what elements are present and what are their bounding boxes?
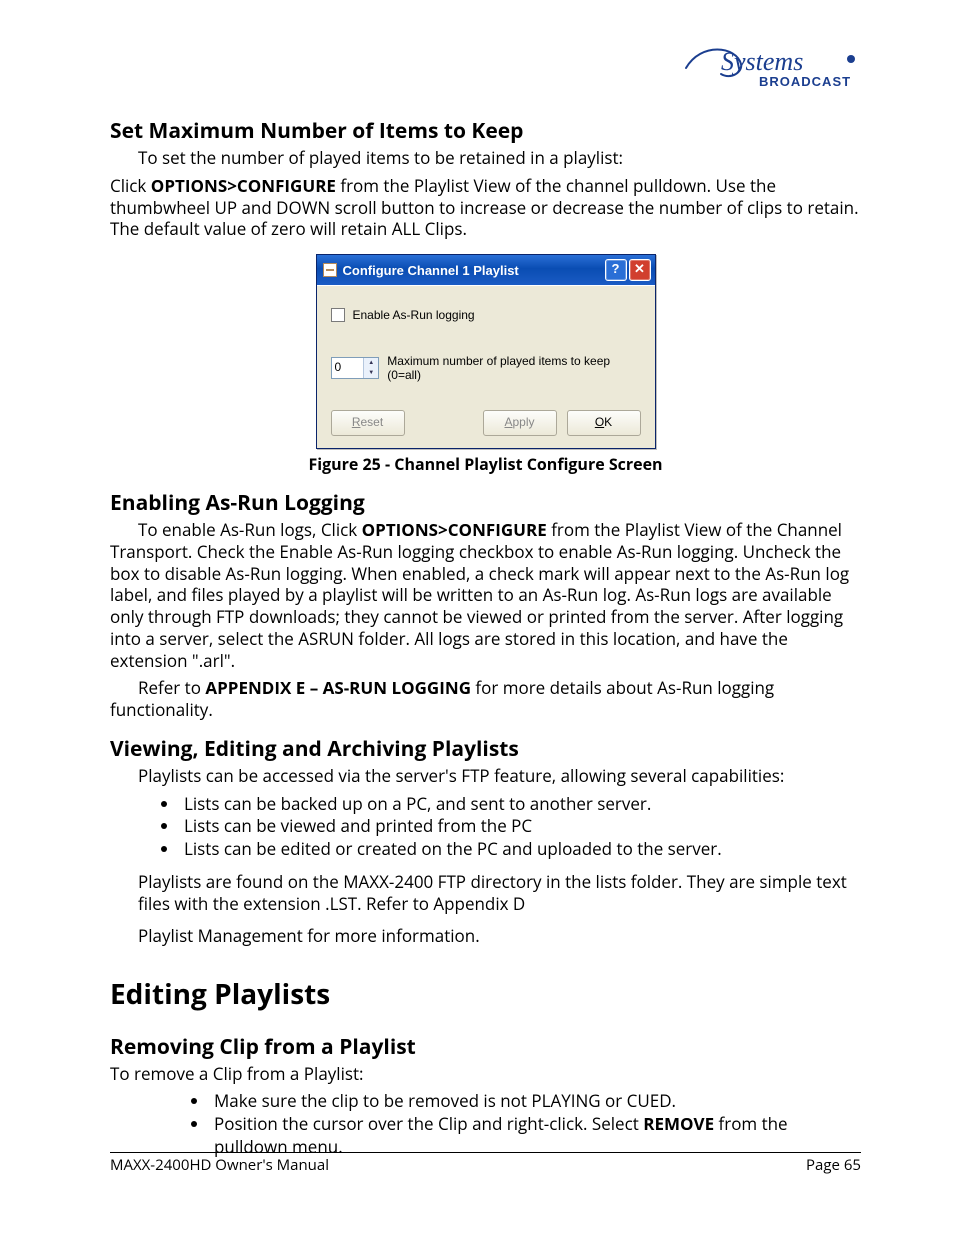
body-text: Click OPTIONS>CONFIGURE from the Playlis… xyxy=(110,175,861,240)
body-text: To enable As-Run logs, Click OPTIONS>CON… xyxy=(110,519,861,671)
body-text: To remove a Clip from a Playlist: xyxy=(110,1063,861,1085)
heading-removing-clip: Removing Clip from a Playlist xyxy=(110,1033,861,1061)
body-text: To set the number of played items to be … xyxy=(110,147,861,169)
body-text: Playlist Management for more information… xyxy=(138,925,861,947)
text: Refer to xyxy=(138,676,205,699)
text: from the Playlist View of the Channel Tr… xyxy=(110,518,849,672)
page-footer: MAXX-2400HD Owner's Manual Page 65 xyxy=(110,1152,861,1175)
svg-text:Systems: Systems xyxy=(721,47,803,76)
dialog-title: Configure Channel 1 Playlist xyxy=(343,263,519,278)
menu-path: OPTIONS>CONFIGURE xyxy=(151,174,336,197)
list-item: Make sure the clip to be removed is not … xyxy=(210,1090,861,1113)
list-item: Lists can be edited or created on the PC… xyxy=(180,838,861,861)
svg-text:BROADCAST: BROADCAST xyxy=(759,74,851,89)
brand-logo: Systems BROADCAST xyxy=(110,40,861,99)
enable-asrun-label: Enable As-Run logging xyxy=(353,308,475,322)
list-item: Lists can be backed up on a PC, and sent… xyxy=(180,793,861,816)
remove-steps: Make sure the clip to be removed is not … xyxy=(110,1090,861,1159)
reset-button[interactable]: Reset xyxy=(331,410,405,436)
figure-caption: Figure 25 - Channel Playlist Configure S… xyxy=(110,453,861,475)
body-text: Playlists can be accessed via the server… xyxy=(138,765,861,787)
text: To enable As-Run logs, Click xyxy=(138,518,362,541)
heading-editing-playlists: Editing Playlists xyxy=(110,975,861,1013)
close-button[interactable]: ✕ xyxy=(629,259,651,281)
spinner-up-icon[interactable]: ▲ xyxy=(363,358,378,368)
heading-set-max-items: Set Maximum Number of Items to Keep xyxy=(110,117,861,145)
body-text: Refer to APPENDIX E – AS-RUN LOGGING for… xyxy=(110,677,861,721)
spinner-down-icon[interactable]: ▼ xyxy=(363,368,378,378)
text: Position the cursor over the Clip and ri… xyxy=(214,1112,643,1135)
spinner-value[interactable]: 0 xyxy=(332,358,364,378)
ok-button[interactable]: OK xyxy=(567,410,641,436)
footer-left: MAXX-2400HD Owner's Manual xyxy=(110,1155,329,1175)
figure-dialog: Configure Channel 1 Playlist ? ✕ Enable … xyxy=(110,254,861,449)
help-button[interactable]: ? xyxy=(605,259,627,281)
footer-right: Page 65 xyxy=(806,1155,861,1175)
list-item: Lists can be viewed and printed from the… xyxy=(180,815,861,838)
max-items-label: Maximum number of played items to keep (… xyxy=(387,354,640,382)
heading-enable-asrun: Enabling As-Run Logging xyxy=(110,489,861,517)
menu-item-ref: REMOVE xyxy=(643,1112,714,1135)
app-icon xyxy=(323,263,337,277)
configure-dialog: Configure Channel 1 Playlist ? ✕ Enable … xyxy=(316,254,656,449)
text: Click xyxy=(110,174,151,197)
menu-path: OPTIONS>CONFIGURE xyxy=(362,518,547,541)
heading-view-edit-archive: Viewing, Editing and Archiving Playlists xyxy=(110,735,861,763)
enable-asrun-checkbox[interactable] xyxy=(331,308,345,322)
max-items-spinner[interactable]: 0 ▲ ▼ xyxy=(331,357,380,379)
body-text: Playlists are found on the MAXX-2400 FTP… xyxy=(138,871,861,915)
capability-list: Lists can be backed up on a PC, and sent… xyxy=(110,793,861,862)
appendix-ref: APPENDIX E – AS-RUN LOGGING xyxy=(205,676,471,699)
dialog-titlebar[interactable]: Configure Channel 1 Playlist ? ✕ xyxy=(317,255,655,285)
apply-button[interactable]: Apply xyxy=(483,410,557,436)
